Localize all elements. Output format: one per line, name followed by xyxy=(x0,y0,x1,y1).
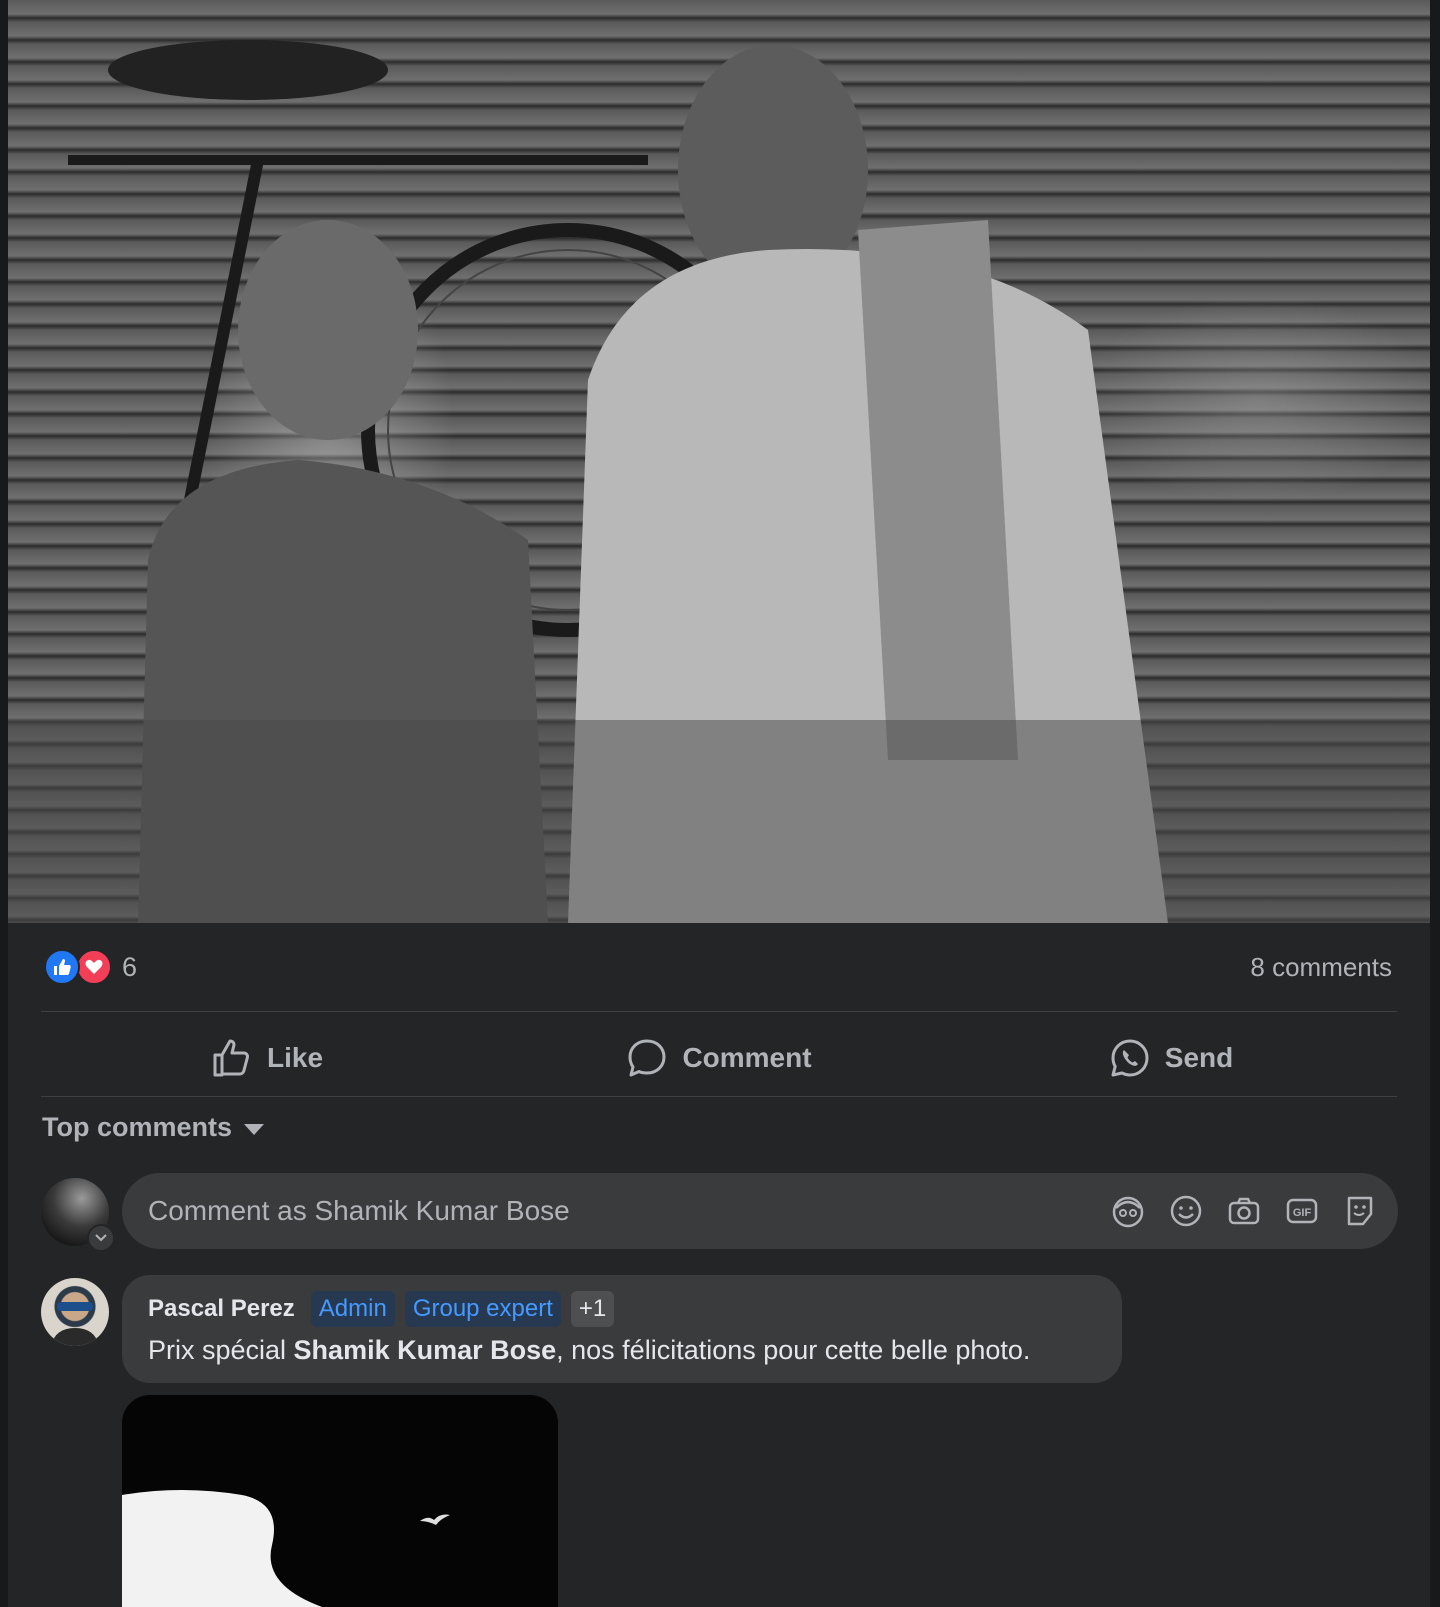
like-reaction-icon xyxy=(44,949,80,985)
comment-text: Prix spécial Shamik Kumar Bose, nos féli… xyxy=(148,1335,1096,1366)
photo-illustration xyxy=(8,40,1430,923)
like-label: Like xyxy=(266,1042,324,1073)
comment-attachment-image[interactable] xyxy=(122,1395,558,1607)
send-button[interactable]: Send xyxy=(945,1020,1397,1096)
comment-author[interactable]: Pascal Perez xyxy=(148,1295,295,1323)
post-photo[interactable] xyxy=(8,0,1430,923)
emoji-icon[interactable] xyxy=(1168,1193,1204,1229)
send-label: Send xyxy=(1164,1042,1234,1073)
avatar-portrait xyxy=(51,1302,99,1346)
love-reaction-icon xyxy=(76,949,112,985)
like-button[interactable]: Like xyxy=(41,1020,493,1096)
caret-down-icon xyxy=(244,1112,265,1143)
commenter-avatar[interactable] xyxy=(41,1278,109,1346)
comment-input-placeholder: Comment as Shamik Kumar Bose xyxy=(148,1195,570,1226)
thumbs-up-icon xyxy=(211,1037,253,1079)
gif-icon[interactable]: GIF xyxy=(1284,1193,1320,1229)
post-actions: Like Comment Send xyxy=(41,1020,1397,1096)
comment-bubble: Pascal Perez Admin Group expert +1 Prix … xyxy=(122,1275,1122,1383)
attachment-illustration xyxy=(122,1490,450,1607)
divider xyxy=(41,1011,1397,1012)
divider xyxy=(41,1096,1397,1097)
current-user-avatar[interactable] xyxy=(41,1178,115,1252)
post-card: 6 8 comments Like Comment Send Top comme… xyxy=(8,0,1430,1607)
comment-text-after: , nos félicitations pour cette belle pho… xyxy=(556,1335,1031,1365)
comment-text-before: Prix spécial xyxy=(148,1335,294,1365)
avatar-sticker-icon[interactable] xyxy=(1110,1193,1146,1229)
chevron-down-icon[interactable] xyxy=(87,1224,115,1252)
sticker-icon[interactable] xyxy=(1342,1193,1378,1229)
reaction-count: 6 xyxy=(122,951,138,982)
whatsapp-icon xyxy=(1109,1037,1151,1079)
comment-header: Pascal Perez Admin Group expert +1 xyxy=(148,1289,1096,1329)
comment-label: Comment xyxy=(682,1042,812,1073)
comments-count-link[interactable]: 8 comments xyxy=(1250,952,1392,983)
comment-mention[interactable]: Shamik Kumar Bose xyxy=(294,1335,557,1365)
reaction-summary[interactable]: 6 xyxy=(44,947,137,987)
comment-button[interactable]: Comment xyxy=(493,1020,945,1096)
svg-text:GIF: GIF xyxy=(1293,1207,1312,1219)
comment-sort-dropdown[interactable]: Top comments xyxy=(42,1112,265,1143)
more-badges[interactable]: +1 xyxy=(570,1291,615,1327)
camera-icon[interactable] xyxy=(1226,1193,1262,1229)
group-expert-badge[interactable]: Group expert xyxy=(404,1291,561,1327)
speech-bubble-icon xyxy=(626,1037,668,1079)
admin-badge[interactable]: Admin xyxy=(310,1291,395,1327)
composer-tools: GIF xyxy=(1110,1193,1398,1229)
comment-input[interactable]: Comment as Shamik Kumar Bose GIF xyxy=(122,1173,1398,1249)
comment-sort-label: Top comments xyxy=(42,1112,233,1142)
